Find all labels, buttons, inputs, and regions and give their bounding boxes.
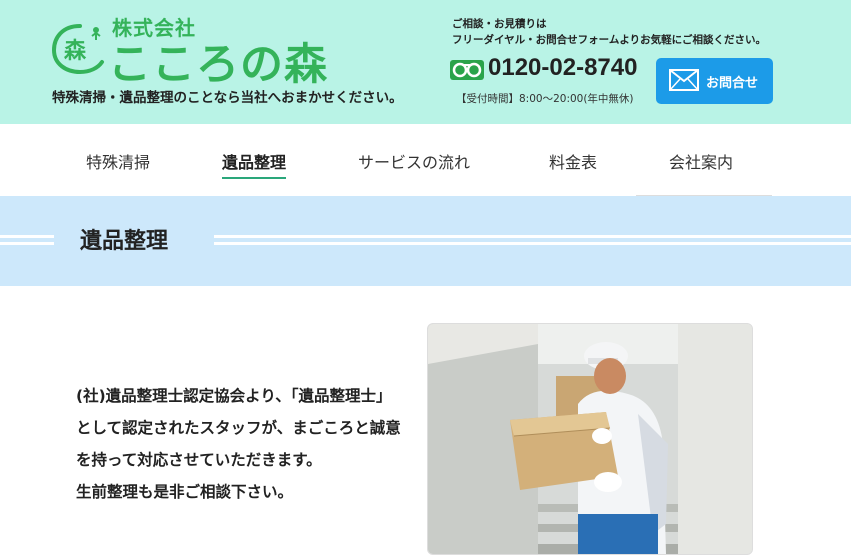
company-name: こころの森 — [108, 40, 328, 90]
nav-item-service-flow[interactable]: サービスの流れ — [358, 149, 470, 177]
nav-item-company[interactable]: 会社案内 — [669, 149, 733, 177]
nav-item-estate-cleanup[interactable]: 遺品整理 — [222, 149, 287, 179]
company-logo[interactable]: 森 株式会社 こころの森 — [50, 8, 370, 90]
svg-text:森: 森 — [64, 38, 87, 64]
tagline: 特殊清掃・遺品整理のことなら当社へおまかせください。 — [52, 90, 403, 106]
staff-carrying-box-image — [428, 324, 752, 554]
intro-paragraph-2: 生前整理も是非ご相談下さい。 — [76, 483, 294, 501]
mail-icon — [669, 69, 699, 91]
phone-number[interactable]: 0120-02-8740 — [488, 54, 637, 82]
title-stripe-right — [214, 235, 851, 245]
forest-logo-icon: 森 — [51, 24, 104, 75]
intro-text: (社)遺品整理士認定協会より、「遺品整理士」として認定されたスタッフが、まごころ… — [76, 380, 406, 508]
page-title: 遺品整理 — [80, 229, 169, 254]
staff-photo — [427, 323, 753, 555]
main-nav: 特殊清掃 遺品整理 サービスの流れ 料金表 会社案内 — [0, 124, 851, 196]
intro-paragraph: (社)遺品整理士認定協会より、「遺品整理士」として認定されたスタッフが、まごころ… — [76, 387, 401, 469]
page-title-band: 遺品整理 — [0, 196, 851, 286]
site-header: 森 株式会社 こころの森 特殊清掃・遺品整理のことなら当社へおまかせください。 … — [0, 0, 851, 124]
consult-text: ご相談・お見積りは フリーダイヤル・お問合せフォームよりお気軽にご相談ください。 — [452, 16, 766, 48]
business-hours: 【受付時間】8:00～20:00(年中無休) — [456, 93, 634, 105]
consult-line-1: ご相談・お見積りは — [452, 18, 547, 30]
consult-line-2: フリーダイヤル・お問合せフォームよりお気軽にご相談ください。 — [452, 34, 766, 46]
contact-button-label: お問合せ — [706, 76, 759, 91]
title-stripe-left — [0, 235, 54, 245]
nav-item-special-cleaning[interactable]: 特殊清掃 — [86, 149, 150, 177]
freedial-icon — [450, 60, 484, 80]
nav-item-pricing[interactable]: 料金表 — [549, 149, 597, 177]
contact-button[interactable]: お問合せ — [656, 58, 773, 104]
